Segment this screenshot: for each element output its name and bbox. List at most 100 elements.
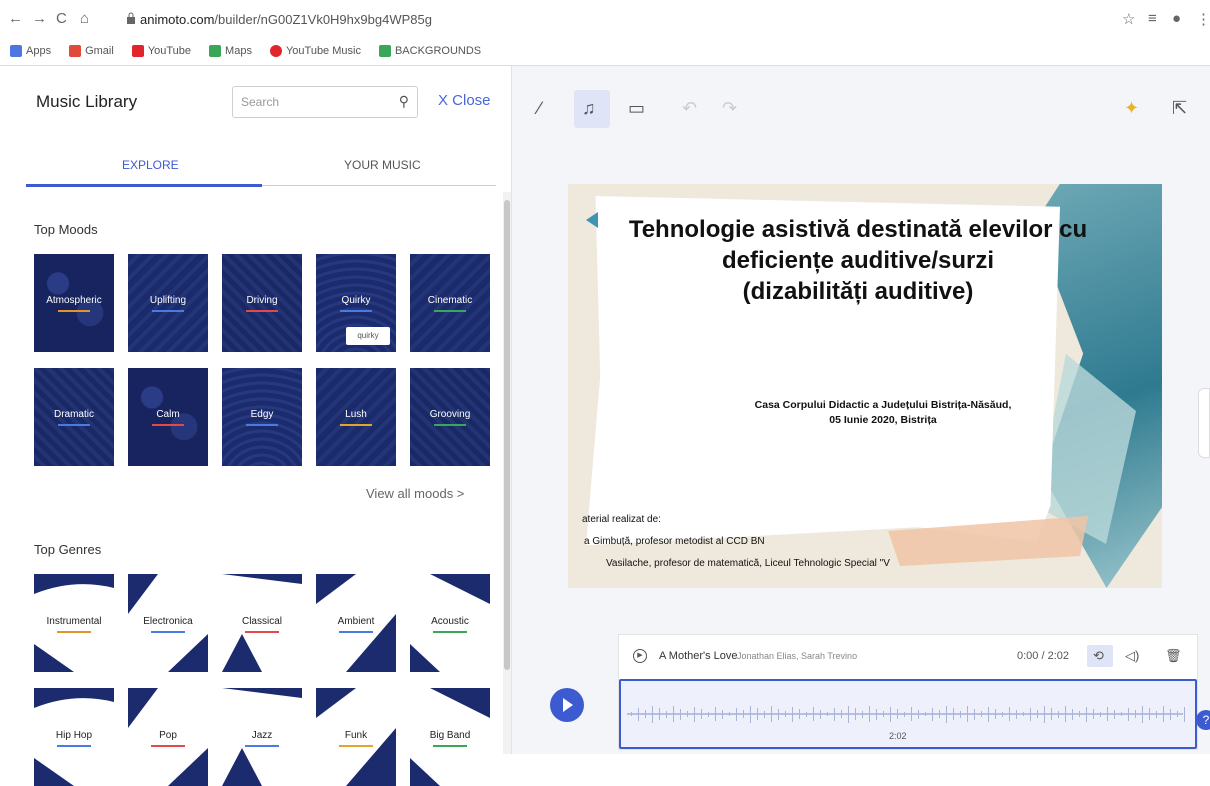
waveform-peak <box>932 707 933 721</box>
aspect-ratio-icon[interactable]: ▭ <box>628 98 645 119</box>
genre-tile[interactable]: Classical <box>222 574 302 672</box>
close-button[interactable]: X Close <box>438 92 491 109</box>
editor-panel: ∕ ♫ ▭ ↶ ↷ ✦ ⇱ Tehnologie asistivă destin… <box>512 66 1210 754</box>
sparkle-icon[interactable]: ✦ <box>1124 98 1139 119</box>
home-icon[interactable]: ⌂ <box>80 10 89 27</box>
genre-accent-bar <box>339 745 373 747</box>
mood-tile[interactable]: Uplifting <box>128 254 208 352</box>
waveform-peak <box>1156 710 1157 718</box>
waveform-peak <box>792 706 793 722</box>
waveform-peak <box>687 711 688 717</box>
music-note-icon[interactable]: ♫ <box>582 98 596 119</box>
help-button[interactable]: ? <box>1196 710 1210 730</box>
mood-accent-bar <box>152 310 184 312</box>
waveform-peak <box>1170 708 1171 720</box>
tab-explore[interactable]: EXPLORE <box>122 158 179 172</box>
profile-icon[interactable]: ● <box>1172 10 1181 27</box>
waveform-peak <box>911 707 912 721</box>
library-tabs: EXPLORE YOUR MUSIC <box>26 148 496 187</box>
genre-accent-bar <box>245 631 279 633</box>
bookmarks-bar: Apps Gmail YouTube Maps YouTube Music BA… <box>10 42 481 60</box>
waveform[interactable]: 2:02 <box>619 679 1197 749</box>
bookmark-maps[interactable]: Maps <box>209 45 252 57</box>
genre-tile[interactable]: Big Band <box>410 688 490 786</box>
mood-tile[interactable]: Dramatic <box>34 368 114 466</box>
mood-tile[interactable]: Edgy <box>222 368 302 466</box>
waveform-peak <box>834 707 835 721</box>
genre-tile[interactable]: Pop <box>128 688 208 786</box>
menu-icon[interactable]: ⋮ <box>1196 10 1210 28</box>
genre-tile[interactable]: Ambient <box>316 574 396 672</box>
mood-tile[interactable]: Driving <box>222 254 302 352</box>
genre-tile[interactable]: Funk <box>316 688 396 786</box>
genre-tile[interactable]: Instrumental <box>34 574 114 672</box>
mood-tile[interactable]: Grooving <box>410 368 490 466</box>
genre-tile[interactable]: Jazz <box>222 688 302 786</box>
backgrounds-icon <box>378 45 391 57</box>
waveform-peak <box>1009 707 1010 721</box>
waveform-peak <box>918 709 919 719</box>
volume-icon[interactable]: ◁) <box>1125 648 1139 664</box>
genre-tile[interactable]: Acoustic <box>410 574 490 672</box>
reload-icon[interactable]: C <box>56 10 67 27</box>
waveform-peak <box>988 706 989 722</box>
slide-arrow-icon <box>586 212 598 228</box>
redo-icon[interactable]: ↷ <box>722 98 737 119</box>
waveform-peak <box>694 706 695 722</box>
waveform-peak <box>981 711 982 717</box>
waveform-peak <box>862 710 863 718</box>
mood-tile[interactable]: Quirky quirky <box>316 254 396 352</box>
back-icon[interactable]: ← <box>8 10 23 27</box>
waveform-peak <box>1142 705 1143 723</box>
bookmark-youtube-music[interactable]: YouTube Music <box>269 45 361 57</box>
waveform-peak <box>897 709 898 719</box>
mood-tile[interactable]: Cinematic <box>410 254 490 352</box>
search-icon[interactable]: ⚲ <box>399 93 409 110</box>
genre-tile[interactable]: Hip Hop <box>34 688 114 786</box>
waveform-peak <box>1086 706 1087 722</box>
waveform-peak <box>757 708 758 720</box>
genre-label: Instrumental <box>46 616 102 627</box>
slide-preview[interactable]: Tehnologie asistivă destinată elevilor c… <box>568 184 1162 588</box>
bookmark-backgrounds[interactable]: BACKGROUNDS <box>378 45 481 57</box>
forward-icon[interactable]: → <box>32 10 47 27</box>
scrollbar-thumb[interactable] <box>504 200 510 670</box>
active-tab-underline <box>26 184 262 187</box>
waveform-peak <box>1163 706 1164 722</box>
brush-tool-icon[interactable]: ∕ <box>538 98 541 119</box>
play-button[interactable] <box>550 688 584 722</box>
genres-heading: Top Genres <box>34 542 102 557</box>
waveform-peak <box>652 705 653 723</box>
view-all-moods-link[interactable]: View all moods > <box>366 486 464 501</box>
mood-tile[interactable]: Atmospheric <box>34 254 114 352</box>
waveform-peak <box>960 710 961 718</box>
export-icon[interactable]: ⇱ <box>1172 98 1187 119</box>
search-input[interactable]: Search ⚲ <box>232 86 418 118</box>
reading-list-icon[interactable]: ≡ <box>1148 10 1157 27</box>
mood-label: Driving <box>246 295 278 306</box>
genre-accent-bar <box>245 745 279 747</box>
loop-icon[interactable]: ⟲ <box>1093 648 1104 664</box>
bookmark-youtube[interactable]: YouTube <box>131 45 191 57</box>
tab-your-music[interactable]: YOUR MUSIC <box>344 158 421 172</box>
genre-tile[interactable]: Electronica <box>128 574 208 672</box>
youtube-music-icon <box>269 45 282 57</box>
genre-accent-bar <box>339 631 373 633</box>
mood-tile[interactable]: Calm <box>128 368 208 466</box>
side-drawer-handle[interactable] <box>1198 388 1210 458</box>
bookmark-gmail[interactable]: Gmail <box>69 45 114 57</box>
undo-icon[interactable]: ↶ <box>682 98 697 119</box>
waveform-peak <box>1093 709 1094 719</box>
music-track[interactable]: ▶ A Mother's Love Jonathan Elias, Sarah … <box>618 634 1198 750</box>
mood-tile[interactable]: Lush <box>316 368 396 466</box>
trash-icon[interactable]: 🗑 <box>1165 648 1182 664</box>
genre-label: Ambient <box>337 616 375 627</box>
mood-accent-bar <box>58 310 90 312</box>
waveform-peak <box>1072 708 1073 720</box>
star-icon[interactable]: ☆ <box>1122 10 1135 28</box>
track-play-icon[interactable]: ▶ <box>633 649 647 663</box>
waveform-peak <box>869 706 870 722</box>
bookmark-apps[interactable]: Apps <box>10 45 51 57</box>
scrollbar[interactable] <box>503 192 511 754</box>
address-bar[interactable]: animoto.com/builder/nG00Z1Vk0H9hx9bg4WP8… <box>140 12 432 27</box>
